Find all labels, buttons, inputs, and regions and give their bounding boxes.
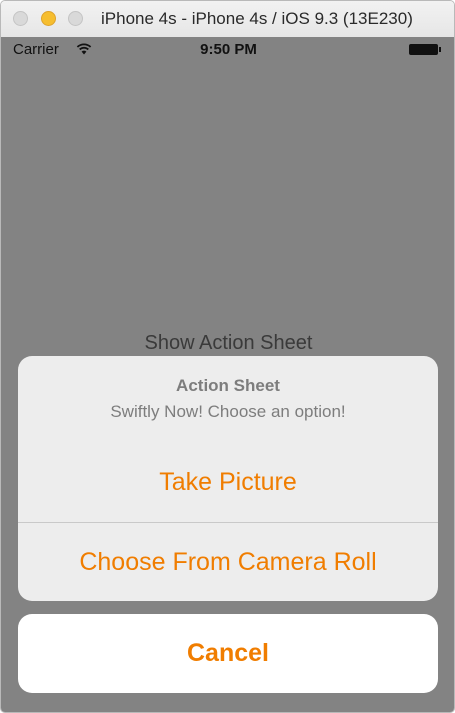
action-sheet-header: Action Sheet Swiftly Now! Choose an opti… bbox=[18, 356, 438, 442]
cancel-button[interactable]: Cancel bbox=[18, 614, 438, 693]
simulator-window: iPhone 4s - iPhone 4s / iOS 9.3 (13E230)… bbox=[0, 0, 455, 713]
window-titlebar[interactable]: iPhone 4s - iPhone 4s / iOS 9.3 (13E230) bbox=[1, 1, 454, 38]
device-screen: Carrier 9:50 PM Show Action Sheet Action… bbox=[1, 37, 454, 712]
close-window-button[interactable] bbox=[13, 11, 28, 26]
action-divider bbox=[18, 522, 438, 523]
action-sheet: Action Sheet Swiftly Now! Choose an opti… bbox=[18, 356, 438, 601]
window-title: iPhone 4s - iPhone 4s / iOS 9.3 (13E230) bbox=[101, 9, 413, 28]
action-sheet-message: Swiftly Now! Choose an option! bbox=[110, 402, 346, 421]
choose-from-camera-roll-button[interactable]: Choose From Camera Roll bbox=[18, 548, 438, 577]
status-bar: Carrier 9:50 PM bbox=[1, 37, 454, 63]
status-time: 9:50 PM bbox=[200, 41, 257, 58]
action-sheet-title: Action Sheet bbox=[176, 376, 280, 395]
minimize-window-button[interactable] bbox=[41, 11, 56, 26]
battery-icon bbox=[409, 44, 441, 55]
zoom-window-button[interactable] bbox=[68, 11, 83, 26]
take-picture-button[interactable]: Take Picture bbox=[18, 468, 438, 497]
show-action-sheet-button[interactable]: Show Action Sheet bbox=[1, 332, 454, 355]
